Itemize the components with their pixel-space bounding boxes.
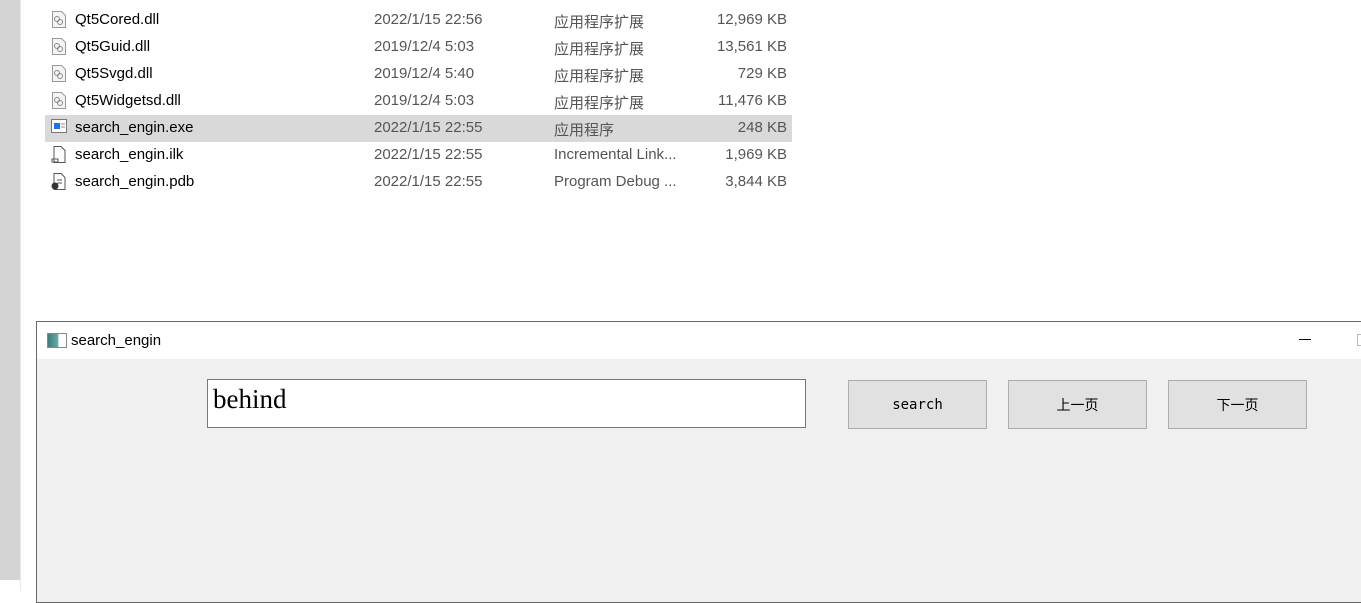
- file-type: 应用程序扩展: [554, 95, 645, 112]
- file-date: 2022/1/15 22:55: [374, 119, 483, 136]
- file-type: Incremental Link...: [554, 146, 677, 163]
- file-type: Program Debug ...: [554, 173, 677, 190]
- file-type: 应用程序: [554, 122, 615, 139]
- file-date: 2022/1/15 22:56: [374, 11, 483, 28]
- divider: [20, 0, 21, 591]
- search-input[interactable]: behind: [207, 379, 806, 428]
- file-size: 1,969 KB: [725, 146, 787, 163]
- file-type: 应用程序扩展: [554, 14, 645, 31]
- dll-icon: [51, 38, 66, 55]
- file-date: 2019/12/4 5:03: [374, 92, 475, 109]
- explorer-nav-pane-edge: [0, 0, 20, 580]
- search-button[interactable]: search: [848, 380, 987, 429]
- search-engin-window: search_engin behind search 上一页 下一页: [36, 321, 1361, 603]
- file-name: search_engin.exe: [75, 119, 194, 136]
- file-size: 729 KB: [737, 65, 787, 82]
- file-type: 应用程序扩展: [554, 68, 645, 85]
- file-size: 3,844 KB: [725, 173, 787, 190]
- file-name: Qt5Widgetsd.dll: [75, 92, 181, 109]
- file-size: 12,969 KB: [716, 11, 787, 28]
- file-date: 2019/12/4 5:40: [374, 65, 475, 82]
- file-name: search_engin.ilk: [75, 146, 184, 163]
- dll-icon: [51, 65, 66, 82]
- file-row[interactable]: search_engin.exe 2022/1/15 22:55 应用程序 24…: [45, 115, 792, 142]
- file-row[interactable]: search_engin.ilk 2022/1/15 22:55 Increme…: [45, 142, 792, 169]
- file-date: 2022/1/15 22:55: [374, 173, 483, 190]
- file-size: 11,476 KB: [718, 92, 787, 109]
- file-name: Qt5Cored.dll: [75, 11, 160, 28]
- file-row[interactable]: Qt5Cored.dll 2022/1/15 22:56 应用程序扩展 12,9…: [45, 7, 792, 34]
- file-name: Qt5Svgd.dll: [75, 65, 153, 82]
- ilk-icon: [51, 146, 66, 163]
- next-page-button[interactable]: 下一页: [1168, 380, 1307, 429]
- dll-icon: [51, 11, 66, 28]
- file-size: 13,561 KB: [716, 38, 787, 55]
- prev-page-button[interactable]: 上一页: [1008, 380, 1147, 429]
- minimize-icon[interactable]: [1299, 339, 1311, 340]
- file-row[interactable]: Qt5Widgetsd.dll 2019/12/4 5:03 应用程序扩展 11…: [45, 88, 792, 115]
- file-size: 248 KB: [737, 119, 787, 136]
- pdb-icon: [51, 173, 66, 190]
- file-row[interactable]: Qt5Svgd.dll 2019/12/4 5:40 应用程序扩展 729 KB: [45, 61, 792, 88]
- exe-icon: [51, 119, 67, 136]
- window-title: search_engin: [71, 332, 162, 349]
- title-bar[interactable]: search_engin: [37, 322, 1361, 359]
- file-row[interactable]: search_engin.pdb 2022/1/15 22:55 Program…: [45, 169, 792, 196]
- maximize-icon[interactable]: [1357, 334, 1361, 346]
- file-type: 应用程序扩展: [554, 41, 645, 58]
- file-date: 2022/1/15 22:55: [374, 146, 483, 163]
- dll-icon: [51, 92, 66, 109]
- file-row[interactable]: Qt5Guid.dll 2019/12/4 5:03 应用程序扩展 13,561…: [45, 34, 792, 61]
- app-window-icon: [47, 333, 67, 348]
- file-name: search_engin.pdb: [75, 173, 195, 190]
- file-name: Qt5Guid.dll: [75, 38, 151, 55]
- file-date: 2019/12/4 5:03: [374, 38, 475, 55]
